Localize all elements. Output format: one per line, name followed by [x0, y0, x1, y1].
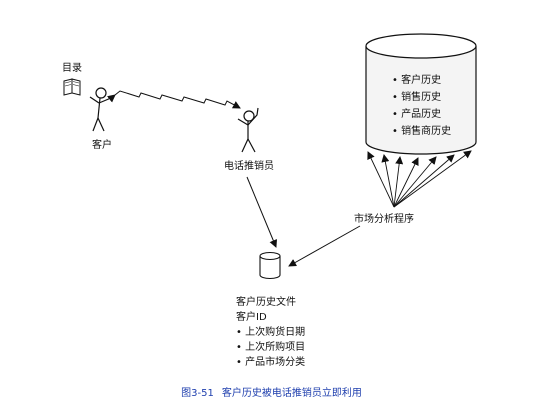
- file-item: 产品市场分类: [236, 355, 305, 370]
- customer-label: 客户: [92, 140, 112, 151]
- file-item: 上次购货日期: [236, 325, 305, 340]
- file-title: 客户历史文件: [236, 297, 296, 308]
- database-item-list: 客户历史 销售历史 产品历史 销售商历史: [392, 72, 451, 140]
- telemarketer-figure: [237, 107, 259, 153]
- figure-number: 图3-51: [181, 388, 214, 399]
- database-item: 产品历史: [392, 106, 451, 123]
- figure-caption: 图3-51 客户历史被电话推销员立即利用: [0, 384, 543, 399]
- telemarketer-to-file-arrow: [246, 176, 278, 248]
- file-item: 上次所购项目: [236, 340, 305, 355]
- diagram-canvas: 目录 客户 电话推销员 市场分析程序 客户历史 销售历史 产品历史 销售商历史 …: [0, 0, 543, 411]
- file-description: 客户历史文件 客户ID 上次购货日期 上次所购项目 产品市场分类: [236, 295, 305, 370]
- analysis-arrows: [367, 150, 472, 208]
- phone-line-zigzag: [107, 90, 241, 109]
- program-to-file-arrow: [288, 225, 361, 267]
- catalog-label: 目录: [62, 63, 82, 74]
- telemarketer-label: 电话推销员: [224, 161, 274, 172]
- figure-caption-text: 客户历史被电话推销员立即利用: [221, 388, 362, 399]
- database-item: 客户历史: [392, 72, 451, 89]
- analysis-program-label: 市场分析程序: [354, 214, 414, 225]
- file-cylinder: [259, 251, 281, 280]
- file-id-line: 客户ID: [236, 312, 267, 323]
- customer-figure: [89, 87, 115, 132]
- book-icon: [63, 78, 81, 96]
- database-item: 销售商历史: [392, 123, 451, 140]
- database-item: 销售历史: [392, 89, 451, 106]
